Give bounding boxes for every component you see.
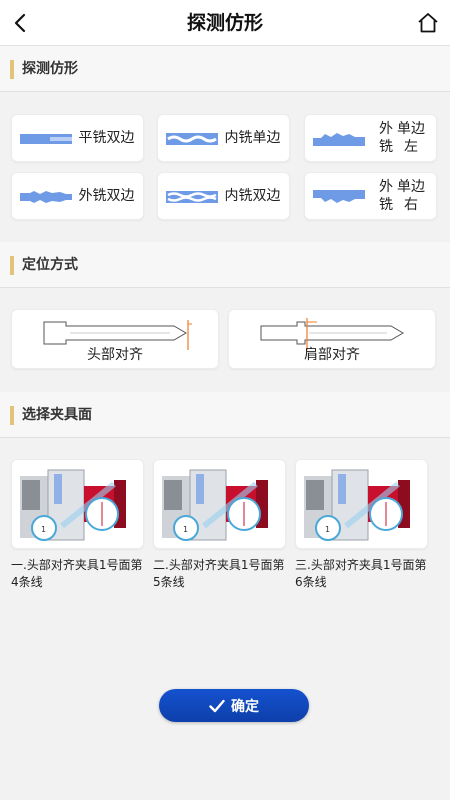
position-option-label: 头部对齐 [87, 347, 143, 363]
svg-text:1: 1 [325, 525, 330, 534]
shape-option-outer-single-left[interactable]: 外铣 单边左 [304, 114, 437, 162]
shape-option-flat-double[interactable]: 平铣双边 [11, 114, 144, 162]
svg-text:1: 1 [183, 525, 188, 534]
shape-option-outer-single-right[interactable]: 外铣 单边右 [304, 172, 437, 220]
fixture-option-label: 二.头部对齐夹具1号面第5条线 [153, 558, 285, 589]
shape-option-inner-single[interactable]: 内铣单边 [157, 114, 290, 162]
section-accent-bar [10, 406, 14, 425]
shape-option-label: 外铣双边 [78, 188, 135, 204]
label-line-2: 单边左 [397, 121, 425, 155]
fixture-option-label: 三.头部对齐夹具1号面第6条线 [295, 558, 427, 589]
fixture-option-1[interactable]: 1 [11, 459, 144, 549]
section-header-fixture: 选择夹具面 [0, 392, 450, 438]
shape-option-label: 内铣双边 [224, 188, 281, 204]
section-title: 探测仿形 [22, 61, 78, 77]
page-title: 探测仿形 [186, 12, 263, 34]
position-option-head-align[interactable]: 头部对齐 [11, 309, 219, 369]
label-line-2: 单边右 [397, 179, 425, 213]
section-header-shape: 探测仿形 [0, 46, 450, 92]
section-accent-bar [10, 60, 14, 79]
position-option-label: 肩部对齐 [304, 347, 360, 363]
shape-option-outer-double[interactable]: 外铣双边 [11, 172, 144, 220]
svg-text:1: 1 [41, 525, 46, 534]
flat-double-key-icon [20, 134, 72, 144]
fixture-option-label: 一.头部对齐夹具1号面第4条线 [11, 558, 143, 589]
shape-option-inner-double[interactable]: 内铣双边 [157, 172, 290, 220]
inner-single-key-icon [166, 133, 218, 145]
shape-option-label: 平铣双边 [78, 130, 135, 146]
fixture-illustration: 1 [20, 469, 126, 541]
shape-option-label: 外铣 单边右 [376, 173, 426, 219]
confirm-label: 确定 [231, 698, 259, 715]
home-icon[interactable] [416, 11, 440, 35]
position-option-shoulder-align[interactable]: 肩部对齐 [228, 309, 436, 369]
shape-option-label: 外铣 单边左 [376, 115, 426, 161]
section-header-position: 定位方式 [0, 242, 450, 288]
shape-option-label: 内铣单边 [224, 130, 281, 146]
section-title: 选择夹具面 [22, 407, 92, 423]
outer-single-right-key-icon [313, 190, 365, 203]
section-title: 定位方式 [22, 257, 78, 273]
outer-double-key-icon [20, 191, 72, 203]
fixture-illustration: 1 [162, 469, 268, 541]
outer-single-left-key-icon [313, 133, 365, 146]
check-icon [209, 699, 225, 712]
fixture-option-2[interactable]: 1 [153, 459, 286, 549]
fixture-illustration: 1 [304, 469, 410, 541]
fixture-option-3[interactable]: 1 [295, 459, 428, 549]
section-accent-bar [10, 256, 14, 275]
label-line-1: 外铣 [379, 179, 393, 213]
confirm-button[interactable]: 确定 [159, 689, 309, 722]
top-bar: 探测仿形 [0, 0, 450, 46]
inner-double-key-icon [166, 191, 218, 203]
label-line-1: 外铣 [379, 121, 393, 155]
